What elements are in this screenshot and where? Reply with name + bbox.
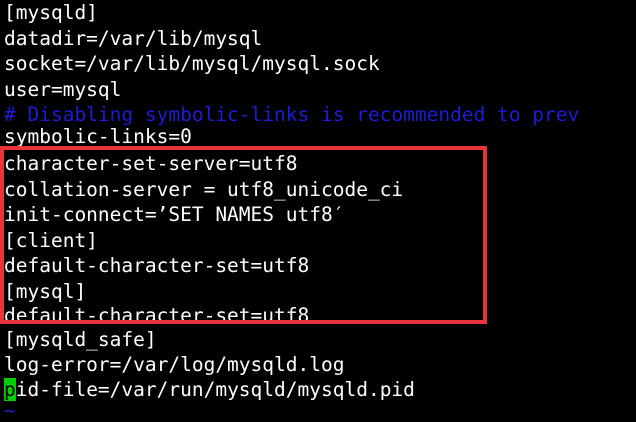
config-line-client-section: [client] [4, 228, 98, 252]
config-line-pid-file[interactable]: pid-file=/var/run/mysqld/mysqld.pid [4, 377, 415, 402]
config-line-user: user=mysql [4, 77, 122, 101]
config-line-mysql-section: [mysql] [4, 279, 87, 303]
config-line-mysql-charset: default-character-set=utf8 [4, 304, 310, 327]
config-line-init-connect: init-connect=’SET NAMES utf8′ [4, 203, 345, 226]
config-line-client-charset: default-character-set=utf8 [4, 254, 310, 277]
config-line-mysqld-section: [mysqld] [4, 1, 98, 24]
terminal-window[interactable]: [mysqld] datadir=/var/lib/mysql socket=/… [0, 0, 636, 422]
config-line-pid-file-text: id-file=/var/run/mysqld/mysqld.pid [15, 378, 415, 401]
config-line-symbolic-links: symbolic-links=0 [4, 125, 192, 146]
config-line-log-error: log-error=/var/log/mysqld.log [4, 353, 345, 376]
config-line-mysqld-safe-section: [mysqld_safe] [4, 328, 157, 351]
empty-line-tilde: ~ [4, 399, 16, 422]
config-line-socket: socket=/var/lib/mysql/mysql.sock [4, 52, 380, 75]
config-line-collation-server: collation-server = utf8_unicode_ci [4, 177, 404, 201]
config-line-datadir: datadir=/var/lib/mysql [4, 26, 263, 50]
config-line-character-set-server: character-set-server=utf8 [4, 152, 298, 175]
